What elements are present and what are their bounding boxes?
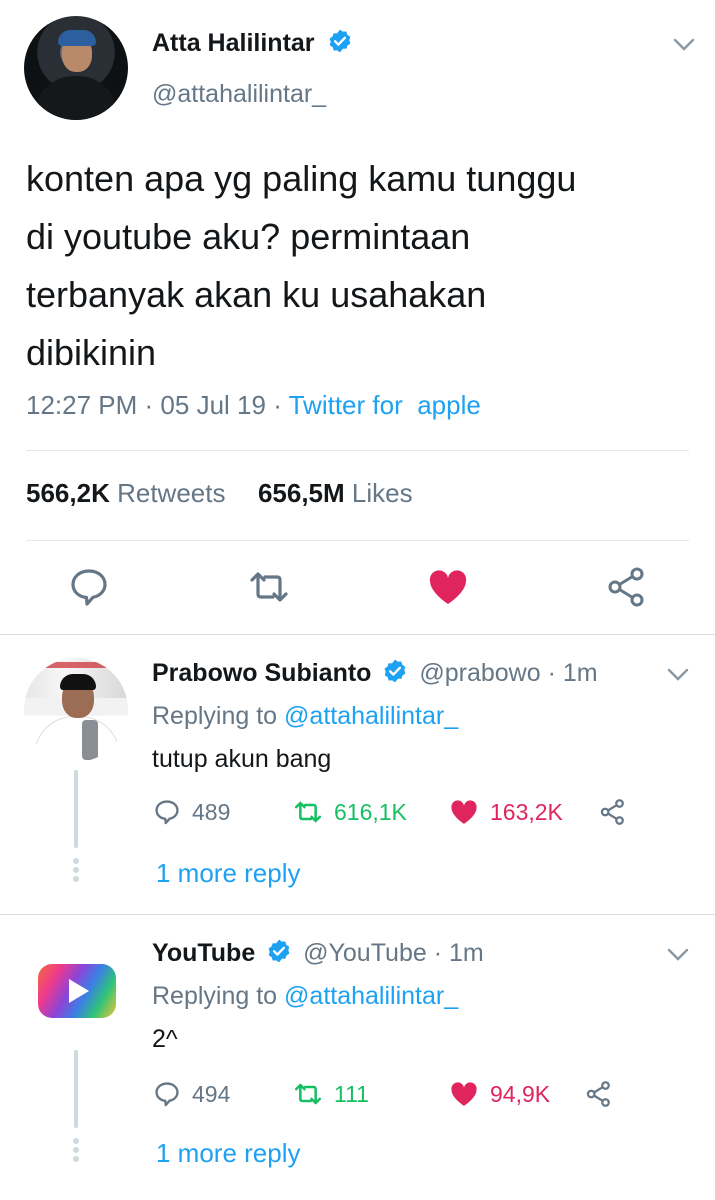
reply-text: tutup akun bang [152,745,332,773]
reply-like-action[interactable]: 163,2K [448,796,598,828]
reply-share-action[interactable] [584,1079,624,1109]
share-icon [586,1081,610,1107]
reply-icon [155,800,179,825]
tweet-text-line: konten apa yg paling kamu tunggu [26,158,577,199]
author-avatar[interactable] [24,16,128,120]
retweet-count: 616,1K [334,798,407,825]
comment-count: 494 [192,1080,231,1107]
author-handle[interactable]: @attahalilintar_ [152,80,326,109]
share-icon [600,799,624,825]
reply-actions: 489 616,1K 163,2K [152,796,638,828]
replying-to-handle[interactable]: @attahalilintar_ [284,702,458,730]
divider [0,634,715,635]
tweet-text-line: terbanyak akan ku usahakan [26,274,487,315]
author-name-text: Atta Halilintar [152,29,315,57]
retweet-icon [294,801,322,823]
reply-icon [155,1082,179,1107]
retweet-count: 111 [334,1080,369,1107]
tweet-meta: 12:27 PM · 05 Jul 19 · Twitter for apple [26,390,481,420]
more-replies-link[interactable]: 1 more reply [156,1138,301,1169]
heart-icon [451,800,477,824]
verified-badge-icon [385,659,406,683]
retweet-icon[interactable] [246,564,292,610]
replying-label: Replying to [152,702,278,730]
reply-avatar[interactable] [24,658,128,762]
more-replies-link[interactable]: 1 more reply [156,858,301,889]
chevron-down-icon[interactable] [667,668,689,682]
reply-header: Prabowo Subianto @prabowo · 1m [152,659,598,687]
author-name[interactable]: Atta Halilintar [152,28,353,58]
retweet-icon [294,1083,322,1105]
like-count: 163,2K [490,798,563,825]
reply-author-handle[interactable]: @prabowo [419,659,540,687]
replying-to: Replying to @attahalilintar_ [152,702,458,731]
divider [0,914,715,915]
reply-author-name[interactable]: Prabowo Subianto [152,659,371,687]
divider [26,540,689,541]
likes-stat[interactable]: 656,5M Likes [258,478,413,508]
reply-retweet-action[interactable]: 616,1K [292,796,448,828]
reply-header: YouTube @YouTube · 1m [152,939,484,967]
divider [26,450,689,451]
chevron-down-icon[interactable] [667,948,689,962]
verified-badge-icon [268,939,290,963]
thread-dots [73,1138,79,1165]
retweets-stat[interactable]: 566,2K Retweets [26,478,233,508]
youtube-logo-icon [38,964,116,1018]
reply-share-action[interactable] [598,797,638,827]
replying-to: Replying to @attahalilintar_ [152,982,458,1011]
tweet-text: konten apa yg paling kamu tunggu di yout… [26,150,696,382]
comment-count: 489 [192,798,231,825]
tweet-time: 12:27 PM [26,390,138,420]
chevron-down-icon[interactable] [673,38,695,52]
thread-dots [73,858,79,885]
tweet-source[interactable]: Twitter for apple [289,390,481,420]
reply-author-handle[interactable]: @YouTube [303,939,427,967]
likes-label: Likes [351,478,413,508]
reply-retweet-action[interactable]: 111 [292,1078,448,1110]
thread-line [74,770,78,848]
reply-text: 2^ [152,1025,178,1053]
reply-comment-action[interactable]: 494 [152,1079,292,1109]
reply-time: 1m [449,939,484,967]
tweet-stats: 566,2K Retweets 656,5M Likes [26,478,413,509]
replying-label: Replying to [152,982,278,1010]
reply-time: 1m [562,659,598,687]
tweet-text-line: di youtube aku? permintaan [26,216,471,257]
reply-icon[interactable] [66,564,112,610]
share-icon[interactable] [604,564,650,610]
reply-like-action[interactable]: 94,9K [448,1078,584,1110]
likes-count: 656,5M [257,478,345,508]
reply-author-name[interactable]: YouTube [152,939,255,967]
like-count: 94,9K [490,1080,551,1107]
heart-icon [451,1082,477,1106]
thread-line [74,1050,78,1128]
replying-to-handle[interactable]: @attahalilintar_ [284,982,458,1010]
reply-actions: 494 111 94,9K [152,1078,624,1110]
reply-comment-action[interactable]: 489 [152,797,292,827]
tweet-date: 05 Jul 19 [160,390,266,420]
heart-icon[interactable] [425,564,471,610]
tweet-text-line: dibikinin [26,332,157,373]
retweets-label: Retweets [117,478,226,508]
retweets-count: 566,2K [26,478,110,508]
verified-badge-icon [330,29,351,53]
reply-avatar[interactable] [24,938,128,1042]
